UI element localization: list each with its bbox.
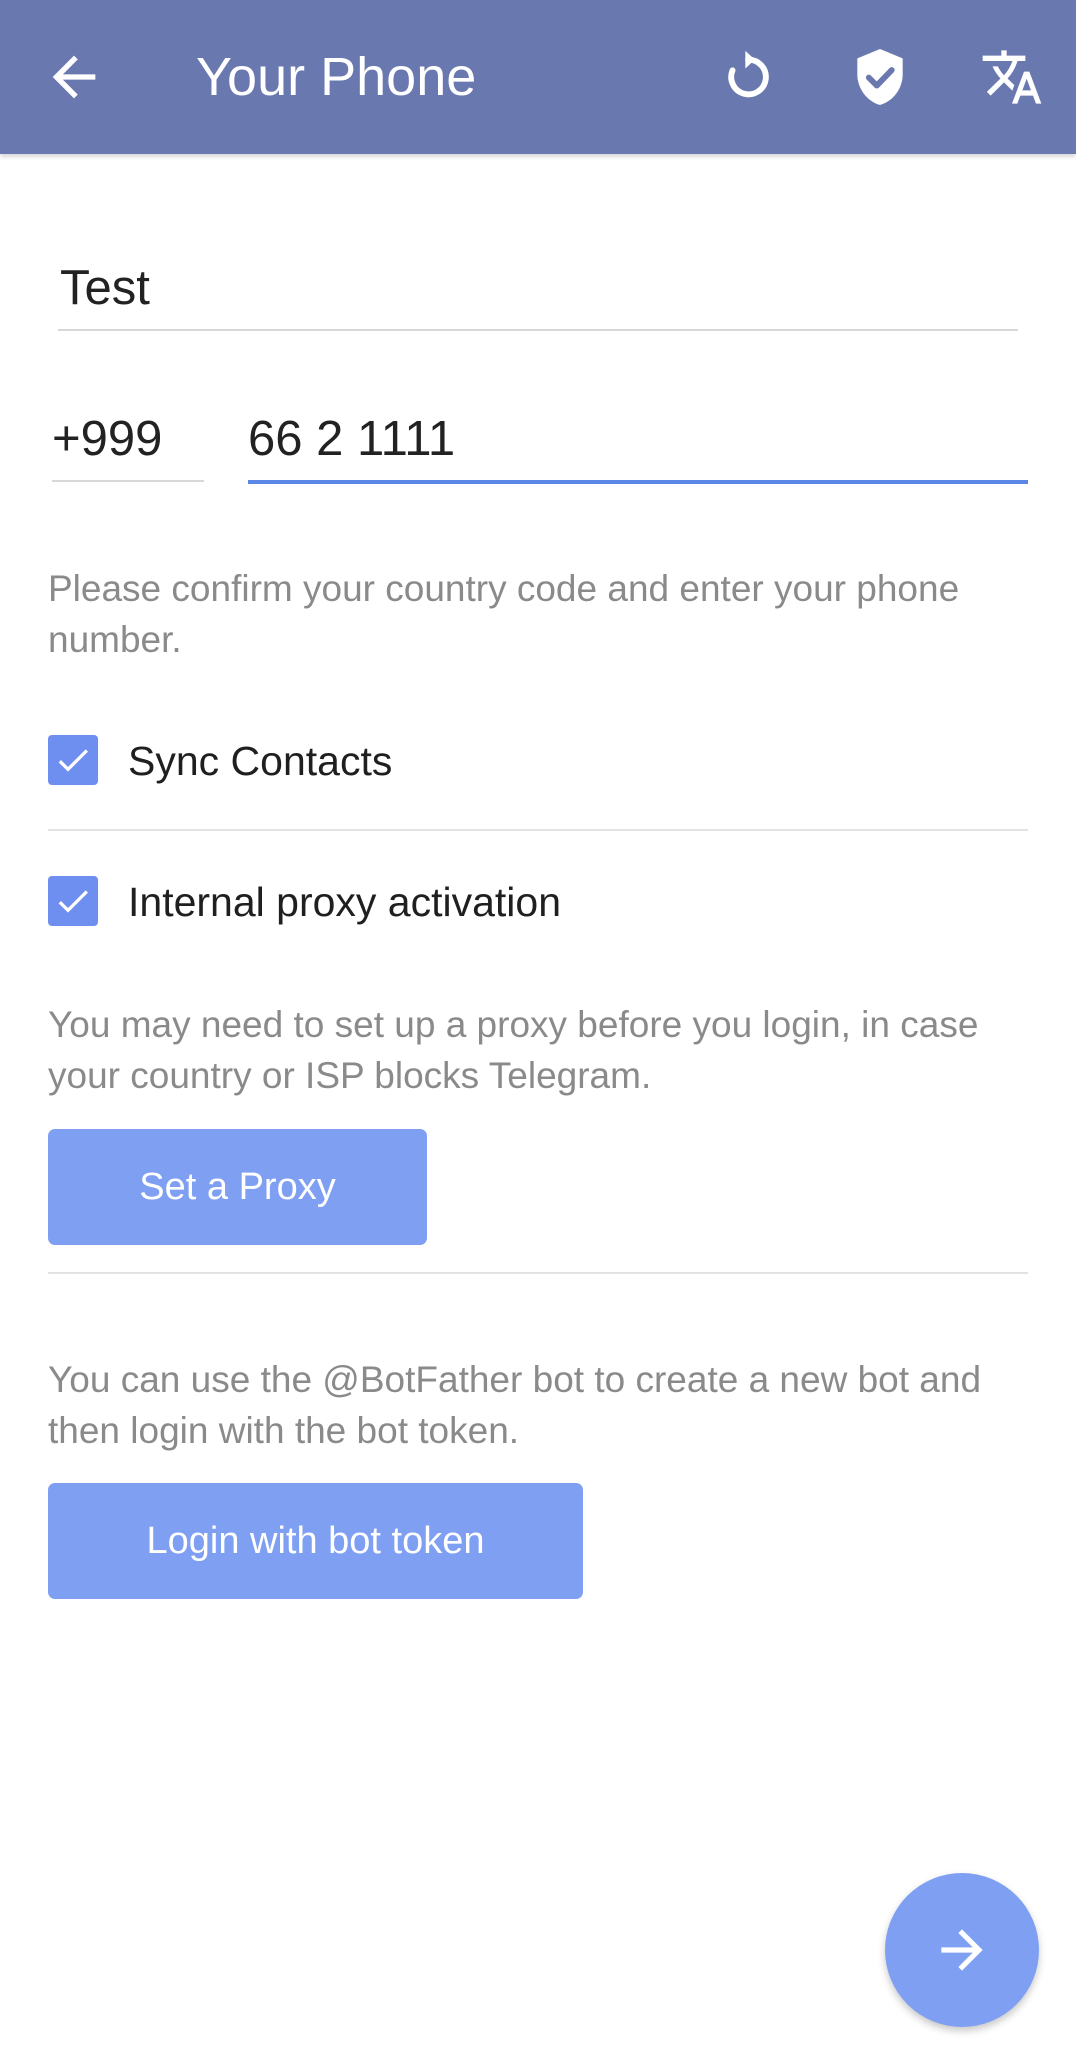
- check-icon: [58, 749, 88, 772]
- arrow-left-icon: [52, 55, 96, 99]
- reload-icon: [728, 50, 769, 98]
- country-code-field[interactable]: +999: [52, 408, 204, 482]
- shield-check-icon: [857, 49, 903, 105]
- internal-proxy-checkbox[interactable]: [48, 876, 98, 926]
- set-proxy-button[interactable]: Set a Proxy: [48, 1129, 427, 1245]
- proxy-hint: You may need to set up a proxy before yo…: [48, 1004, 979, 1096]
- sync-contacts-checkbox[interactable]: [48, 735, 98, 785]
- internal-proxy-label: Internal proxy activation: [128, 879, 562, 925]
- sync-contacts-label: Sync Contacts: [128, 738, 393, 784]
- next-button[interactable]: [885, 1873, 1039, 2027]
- sync-contacts-option[interactable]: Sync Contacts: [48, 731, 1028, 791]
- internal-proxy-option[interactable]: Internal proxy activation: [48, 872, 1028, 932]
- name-field[interactable]: Test: [58, 255, 1018, 331]
- language-button[interactable]: [972, 37, 1052, 117]
- phone-login-screen: Your Phone Test +999 66 2 1111 Please co…: [0, 0, 1076, 2047]
- phone-number-value: 66 2 1111: [248, 412, 456, 466]
- country-code-value: +999: [52, 412, 163, 466]
- phone-hint: Please confirm your country code and ent…: [48, 568, 960, 660]
- bot-hint: You can use the @BotFather bot to create…: [48, 1359, 982, 1451]
- back-button[interactable]: [34, 37, 114, 117]
- check-icon: [58, 890, 88, 913]
- arrow-right-icon: [941, 1929, 983, 1971]
- divider: [48, 829, 1028, 831]
- name-field-value: Test: [60, 261, 150, 315]
- toolbar: Your Phone: [0, 0, 1076, 154]
- page-title: Your Phone: [196, 47, 477, 107]
- reload-button[interactable]: [708, 37, 788, 117]
- phone-number-field[interactable]: 66 2 1111: [248, 408, 1028, 484]
- login-bot-token-button[interactable]: Login with bot token: [48, 1483, 583, 1599]
- translate-icon: [982, 50, 1042, 104]
- divider: [48, 1272, 1028, 1274]
- security-button[interactable]: [840, 37, 920, 117]
